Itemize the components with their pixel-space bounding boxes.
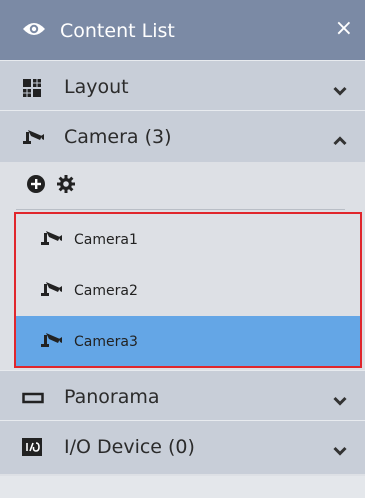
camera-name: Camera1 [74, 232, 138, 248]
section-camera-label: Camera (3) [64, 126, 172, 148]
chevron-down-icon[interactable] [333, 441, 347, 460]
gear-icon[interactable] [56, 174, 76, 198]
chevron-down-icon[interactable] [333, 391, 347, 410]
empty-area [0, 476, 365, 498]
camera-list: Camera1 Camera2 Camera3 [14, 212, 362, 368]
camera-toolbar [0, 162, 365, 210]
list-item-camera3[interactable]: Camera3 [16, 316, 360, 366]
camera-icon [22, 128, 44, 152]
toolbar-divider [16, 209, 345, 210]
camera-name: Camera2 [74, 283, 138, 299]
section-panorama[interactable]: Panorama [0, 370, 365, 424]
content-list-panel: Content List × Layout Camera (3) Camera1… [0, 0, 365, 498]
camera-icon [40, 280, 62, 304]
section-layout-label: Layout [64, 76, 129, 98]
chevron-down-icon[interactable] [333, 81, 347, 100]
close-icon[interactable]: × [335, 16, 353, 42]
section-panorama-label: Panorama [64, 386, 160, 408]
chevron-up-icon[interactable] [333, 131, 347, 150]
section-layout[interactable]: Layout [0, 60, 365, 114]
section-camera[interactable]: Camera (3) [0, 110, 365, 164]
io-device-icon [22, 438, 42, 460]
panorama-icon [22, 388, 44, 409]
section-io-device[interactable]: I/O Device (0) [0, 420, 365, 474]
camera-icon [40, 229, 62, 253]
camera-icon [40, 331, 62, 355]
panel-title: Content List [60, 20, 175, 42]
layout-grid-icon [22, 78, 42, 102]
list-item-camera1[interactable]: Camera1 [16, 214, 360, 264]
plus-circle-icon[interactable] [26, 174, 46, 198]
list-item-camera2[interactable]: Camera2 [16, 265, 360, 315]
title-bar: Content List × [0, 0, 365, 60]
eye-icon [22, 21, 46, 41]
camera-name: Camera3 [74, 334, 138, 350]
section-io-device-label: I/O Device (0) [64, 436, 195, 458]
